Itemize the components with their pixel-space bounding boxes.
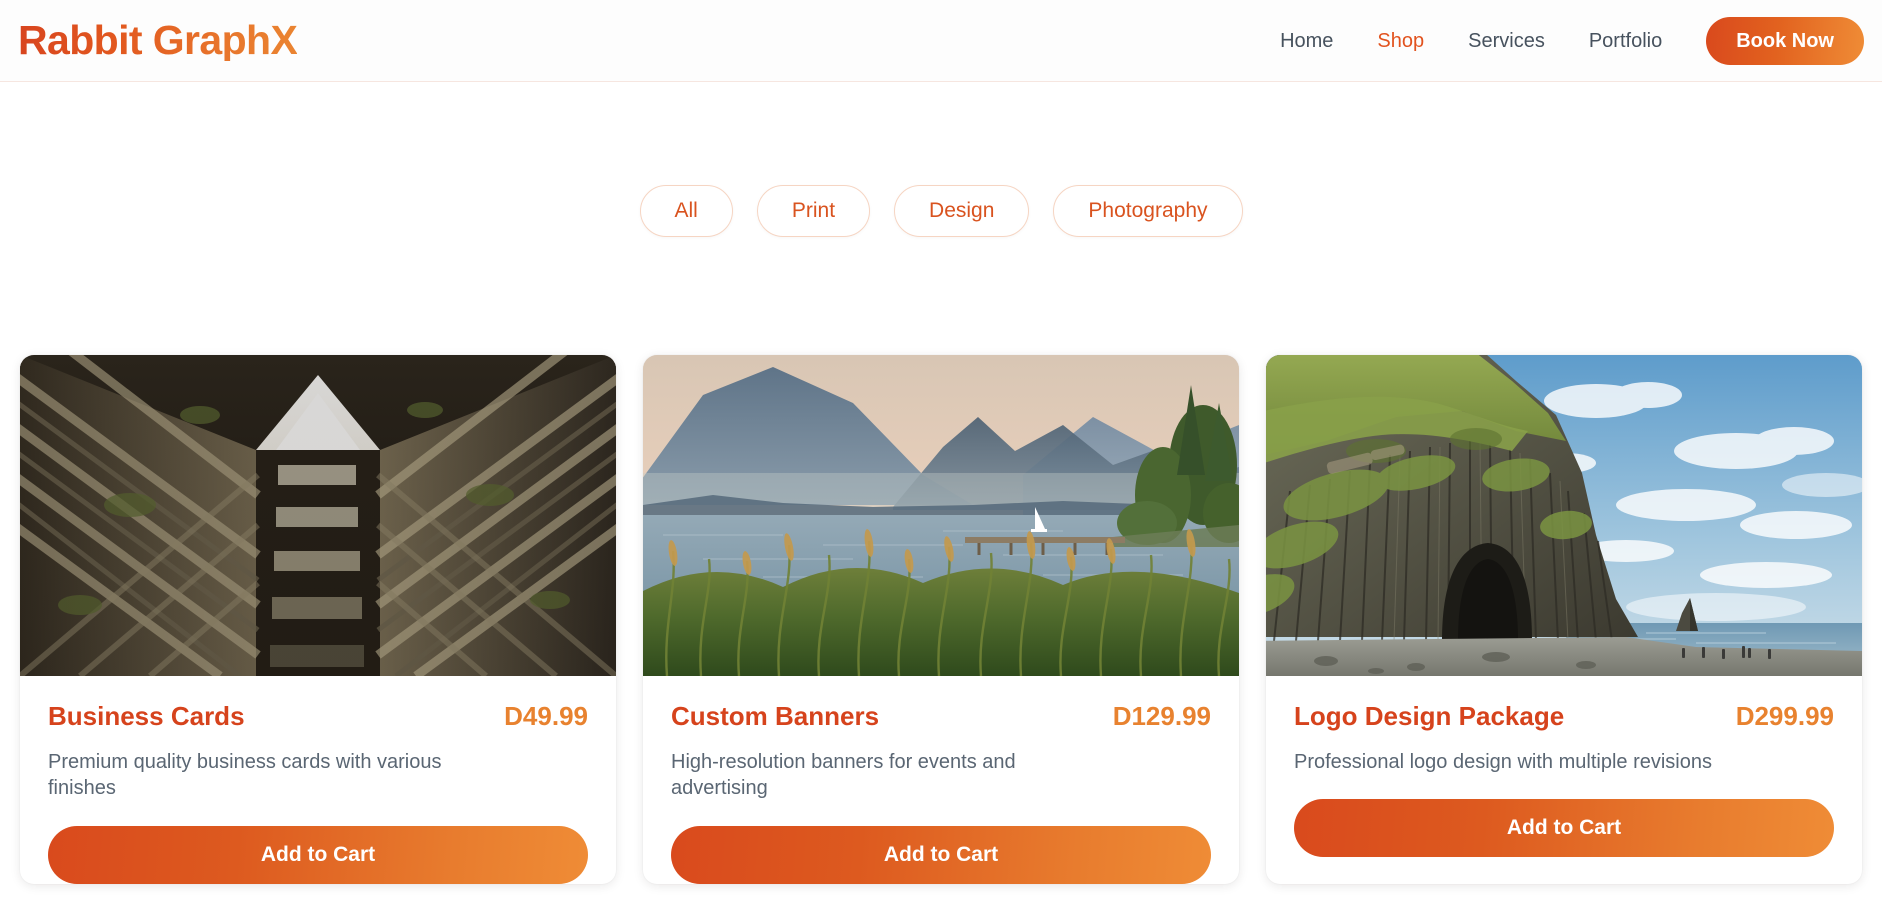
product-price: D129.99 — [1112, 701, 1211, 731]
product-card-header: Logo Design Package D299.99 — [1294, 701, 1834, 732]
product-image-custom-banners — [643, 355, 1239, 676]
product-card[interactable]: Business Cards D49.99 Premium quality bu… — [20, 355, 616, 884]
nav-item-services[interactable]: Services — [1446, 31, 1567, 51]
product-grid: Business Cards D49.99 Premium quality bu… — [20, 355, 1862, 884]
product-description: High-resolution banners for events and a… — [671, 750, 1016, 800]
category-filter-bar: All Print Design Photography — [0, 185, 1882, 238]
product-title: Custom Banners — [671, 701, 880, 731]
filter-pill-photography[interactable]: Photography — [1053, 185, 1243, 238]
product-price: D299.99 — [1735, 701, 1834, 731]
add-to-cart-button[interactable]: Add to Cart — [671, 825, 1211, 884]
product-description: Professional logo design with multiple r… — [1294, 750, 1712, 773]
product-card[interactable]: Custom Banners D129.99 High-resolution b… — [643, 355, 1239, 884]
product-card[interactable]: Logo Design Package D299.99 Professional… — [1266, 355, 1862, 884]
product-card-header: Custom Banners D129.99 — [671, 701, 1211, 732]
add-to-cart-button[interactable]: Add to Cart — [48, 825, 588, 884]
filter-pill-design[interactable]: Design — [894, 185, 1030, 238]
product-card-body: Business Cards D49.99 Premium quality bu… — [20, 676, 616, 884]
site-header: Rabbit GraphX Home Shop Services Portfol… — [0, 0, 1882, 82]
product-title: Logo Design Package — [1294, 701, 1565, 731]
product-image-logo-design-package — [1266, 355, 1862, 676]
main-navigation: Home Shop Services Portfolio Book Now — [1258, 16, 1864, 65]
add-to-cart-button[interactable]: Add to Cart — [1294, 799, 1834, 858]
product-card-header: Business Cards D49.99 — [48, 701, 588, 732]
filter-pill-all[interactable]: All — [639, 185, 733, 238]
nav-item-portfolio[interactable]: Portfolio — [1567, 31, 1684, 51]
filter-pill-print[interactable]: Print — [756, 185, 871, 238]
product-price: D49.99 — [504, 701, 588, 731]
product-description: Premium quality business cards with vari… — [48, 750, 442, 800]
product-image-business-cards — [20, 355, 616, 676]
product-card-body: Custom Banners D129.99 High-resolution b… — [643, 676, 1239, 884]
book-now-button[interactable]: Book Now — [1706, 16, 1864, 65]
product-title: Business Cards — [48, 701, 245, 731]
nav-item-home[interactable]: Home — [1258, 31, 1355, 51]
product-card-body: Logo Design Package D299.99 Professional… — [1266, 676, 1862, 884]
nav-item-shop[interactable]: Shop — [1355, 31, 1446, 51]
brand-logo[interactable]: Rabbit GraphX — [18, 20, 298, 61]
